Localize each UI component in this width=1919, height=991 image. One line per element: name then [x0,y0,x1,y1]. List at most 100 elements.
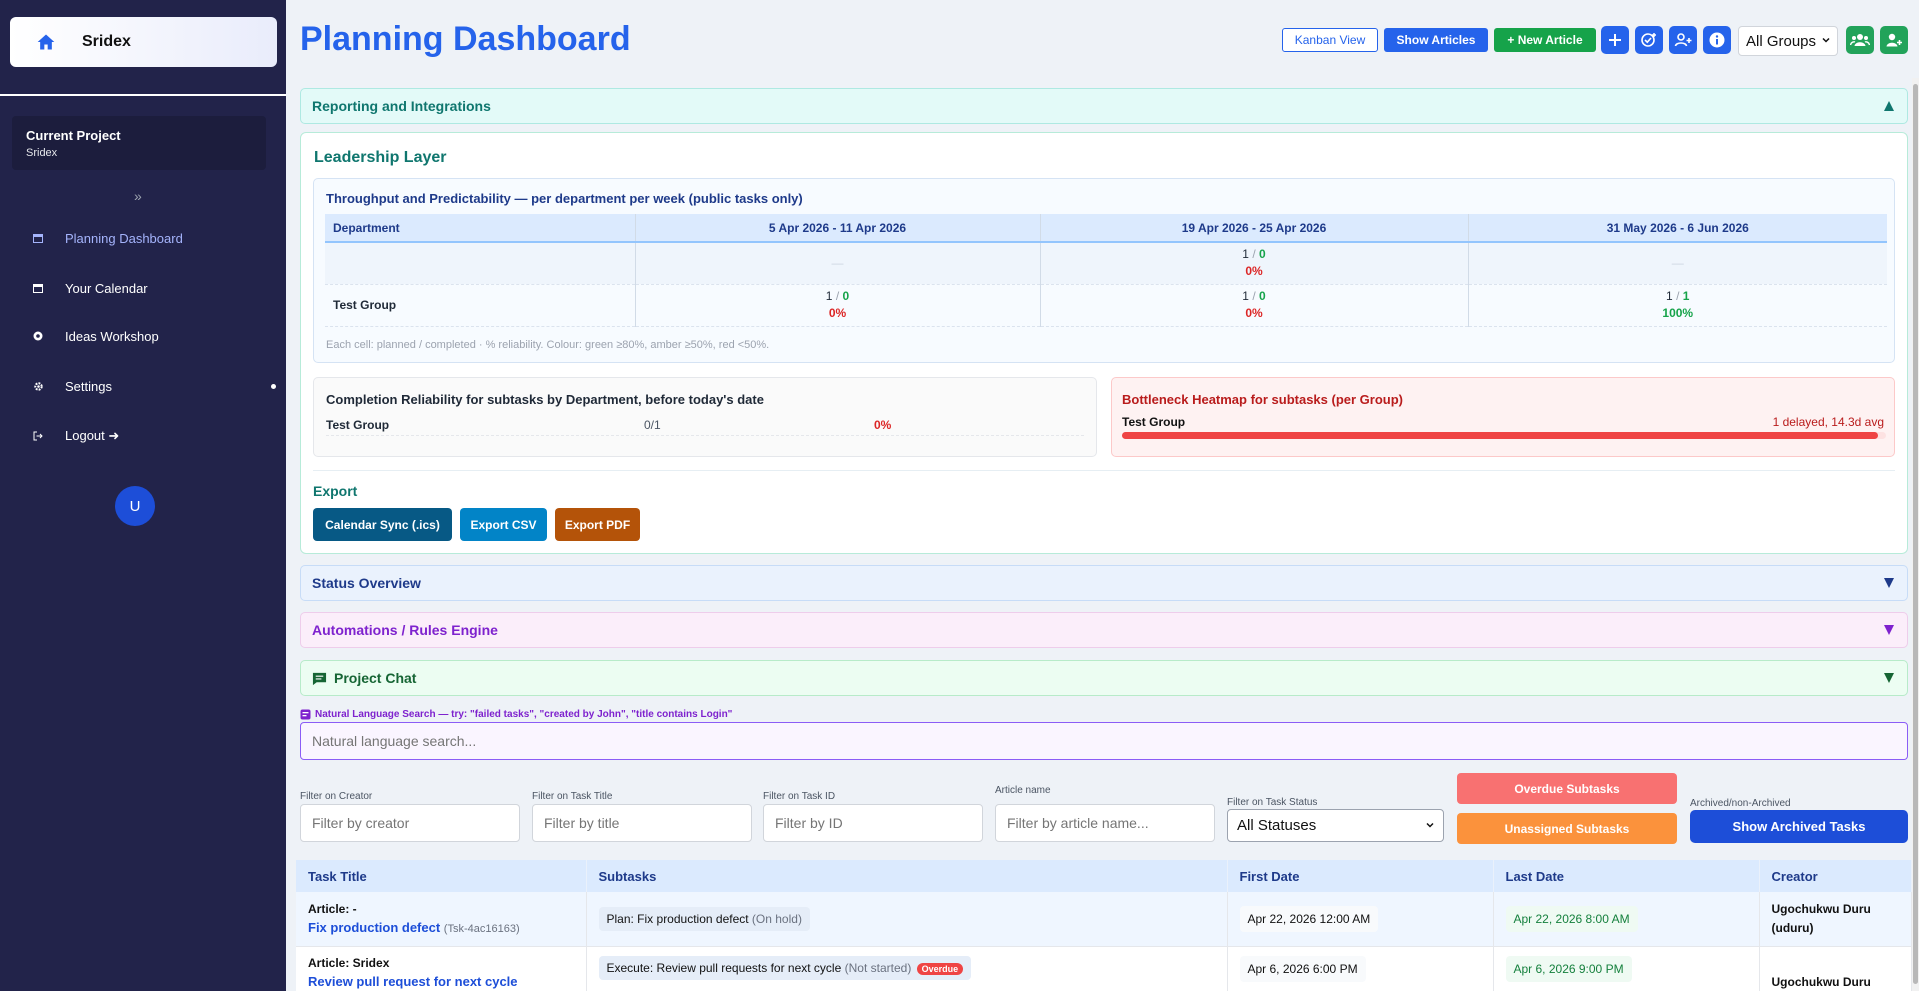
group-select-value: All Groups [1746,32,1817,50]
completed-value: 0 [1259,289,1266,303]
sidebar: Sridex Current Project Sridex » Planning… [0,0,286,991]
completion-reliability-title: Completion Reliability for subtasks by D… [326,392,764,407]
unassigned-subtasks-button[interactable]: Unassigned Subtasks [1457,813,1677,844]
divider [313,470,1895,471]
column-header: Creator [1759,860,1912,892]
logout-icon [32,430,44,442]
leadership-title: Leadership Layer [314,149,447,166]
bottleneck-title: Bottleneck Heatmap for subtasks (per Gro… [1122,392,1403,407]
planned-value: 1 [1666,289,1673,303]
brand-home-link[interactable]: Sridex [10,17,277,67]
add-user-icon [1674,33,1692,47]
current-project-name: Sridex [26,147,58,159]
article-filter-input[interactable] [995,804,1215,842]
group-select[interactable]: All Groups [1738,26,1838,56]
check-plus-icon [1641,33,1656,47]
creator-filter-input[interactable] [300,804,520,842]
table-row[interactable]: Article: Sridex Review pull request for … [296,946,1912,991]
add-subtask-button[interactable] [1635,26,1663,54]
subtask-chip[interactable]: Execute: Review pull requests for next c… [598,955,972,980]
empty-value: — [831,255,844,270]
creator-name: Ugochukwu Duru (uduru) [1771,901,1871,935]
section-title: Reporting and Integrations [312,98,491,114]
title-filter-input[interactable] [532,804,752,842]
subtasks-cell: Execute: Review pull requests for next c… [586,946,1228,991]
list-item: Test Group 0/1 0% [326,414,1084,436]
show-archived-tasks-button[interactable]: Show Archived Tasks [1690,810,1908,843]
throughput-cell: — [635,242,1041,285]
sidebar-item-your-calendar[interactable]: Your Calendar [0,274,286,302]
sidebar-item-planning-dashboard[interactable]: Planning Dashboard [0,224,286,252]
subtask-chip[interactable]: Plan: Fix production defect (On hold) [598,906,810,931]
kanban-view-button[interactable]: Kanban View [1282,28,1378,52]
first-date: Apr 22, 2026 12:00 AM [1239,905,1379,932]
task-article: Article: Sridex [308,955,390,970]
group-name: Test Group [1122,415,1186,429]
bottleneck-heatmap-panel: Bottleneck Heatmap for subtasks (per Gro… [1111,377,1895,457]
sidebar-item-label: Settings [65,378,112,394]
calendar-icon [32,232,44,244]
id-filter-label: Filter on Task ID [763,791,836,802]
export-csv-button[interactable]: Export CSV [460,508,547,541]
column-header: 19 Apr 2026 - 25 Apr 2026 [1040,214,1469,243]
planned-value: 1 [1242,289,1249,303]
export-pdf-button[interactable]: Export PDF [555,508,640,541]
group-members-button[interactable] [1846,26,1874,54]
completed-value: 1 [1682,289,1690,303]
home-icon [37,34,55,50]
export-title: Export [313,483,358,499]
task-title-link[interactable]: Fix production defect (Tsk-4ac16163) [308,920,586,935]
sidebar-item-settings[interactable]: Settings [0,372,286,400]
info-button[interactable] [1703,26,1731,54]
scrollbar-thumb[interactable] [1913,84,1918,984]
table-row[interactable]: Article: - Fix production defect (Tsk-4a… [296,892,1912,947]
expand-triangle-icon [1884,625,1894,635]
add-task-button[interactable] [1601,26,1629,54]
column-header: Department [325,214,636,243]
first-date-cell: Apr 6, 2026 6:00 PM [1227,946,1494,991]
calendar-sync-button[interactable]: Calendar Sync (.ics) [313,508,452,541]
subtask-title: Plan: Fix production defect [606,911,749,926]
natural-language-search-input[interactable] [300,722,1908,760]
sidebar-item-label: Ideas Workshop [65,328,159,344]
group-name: Test Group [326,418,390,432]
add-group-member-button[interactable] [1880,26,1908,54]
task-id: (Tsk-4ac16163) [443,923,520,936]
section-reporting-integrations[interactable]: Reporting and Integrations [300,88,1908,124]
new-article-button[interactable]: + New Article [1494,28,1596,52]
page-scrollbar[interactable] [1912,78,1919,991]
first-date: Apr 6, 2026 6:00 PM [1239,955,1366,982]
reliability-value: 0% [828,306,847,320]
sidebar-item-ideas-workshop[interactable]: Ideas Workshop [0,322,286,350]
task-title-link[interactable]: Review pull request for next cycle [308,974,586,989]
avatar[interactable]: U [115,486,155,526]
gear-icon [32,380,44,392]
throughput-cell: 1 / 0 0% [1040,242,1469,285]
show-articles-button[interactable]: Show Articles [1384,28,1488,52]
id-filter-input[interactable] [763,804,983,842]
section-status-overview[interactable]: Status Overview [300,565,1908,601]
status-filter-value: All Statuses [1237,817,1317,834]
reliability-value: 0% [1245,264,1263,279]
section-automations[interactable]: Automations / Rules Engine [300,612,1908,648]
bottleneck-stat: 1 delayed, 14.3d avg [1772,415,1884,429]
info-icon [1709,32,1725,48]
department-cell: Test Group [325,284,636,327]
title-filter-label: Filter on Task Title [532,791,613,802]
throughput-table: Department 5 Apr 2026 - 11 Apr 2026 19 A… [325,214,1887,327]
subtasks-cell: Plan: Fix production defect (On hold) [586,892,1228,947]
status-filter-select[interactable]: All Statuses [1227,809,1444,842]
sidebar-item-logout[interactable]: Logout ➜ [0,422,286,450]
overdue-subtasks-button[interactable]: Overdue Subtasks [1457,773,1677,804]
task-title-cell: Article: - Fix production defect (Tsk-4a… [296,892,587,947]
add-user-button[interactable] [1669,26,1697,54]
sidebar-collapse-button[interactable]: » [134,188,142,204]
overdue-badge: Overdue [916,962,964,975]
expand-triangle-icon [1884,578,1894,588]
section-title: Automations / Rules Engine [312,622,498,638]
throughput-cell: 1 / 0 0% [635,284,1041,327]
throughput-cell: — [1468,242,1887,285]
completion-reliability-panel: Completion Reliability for subtasks by D… [313,377,1097,457]
section-project-chat[interactable]: Project Chat [300,660,1908,696]
column-header: 5 Apr 2026 - 11 Apr 2026 [635,214,1041,243]
